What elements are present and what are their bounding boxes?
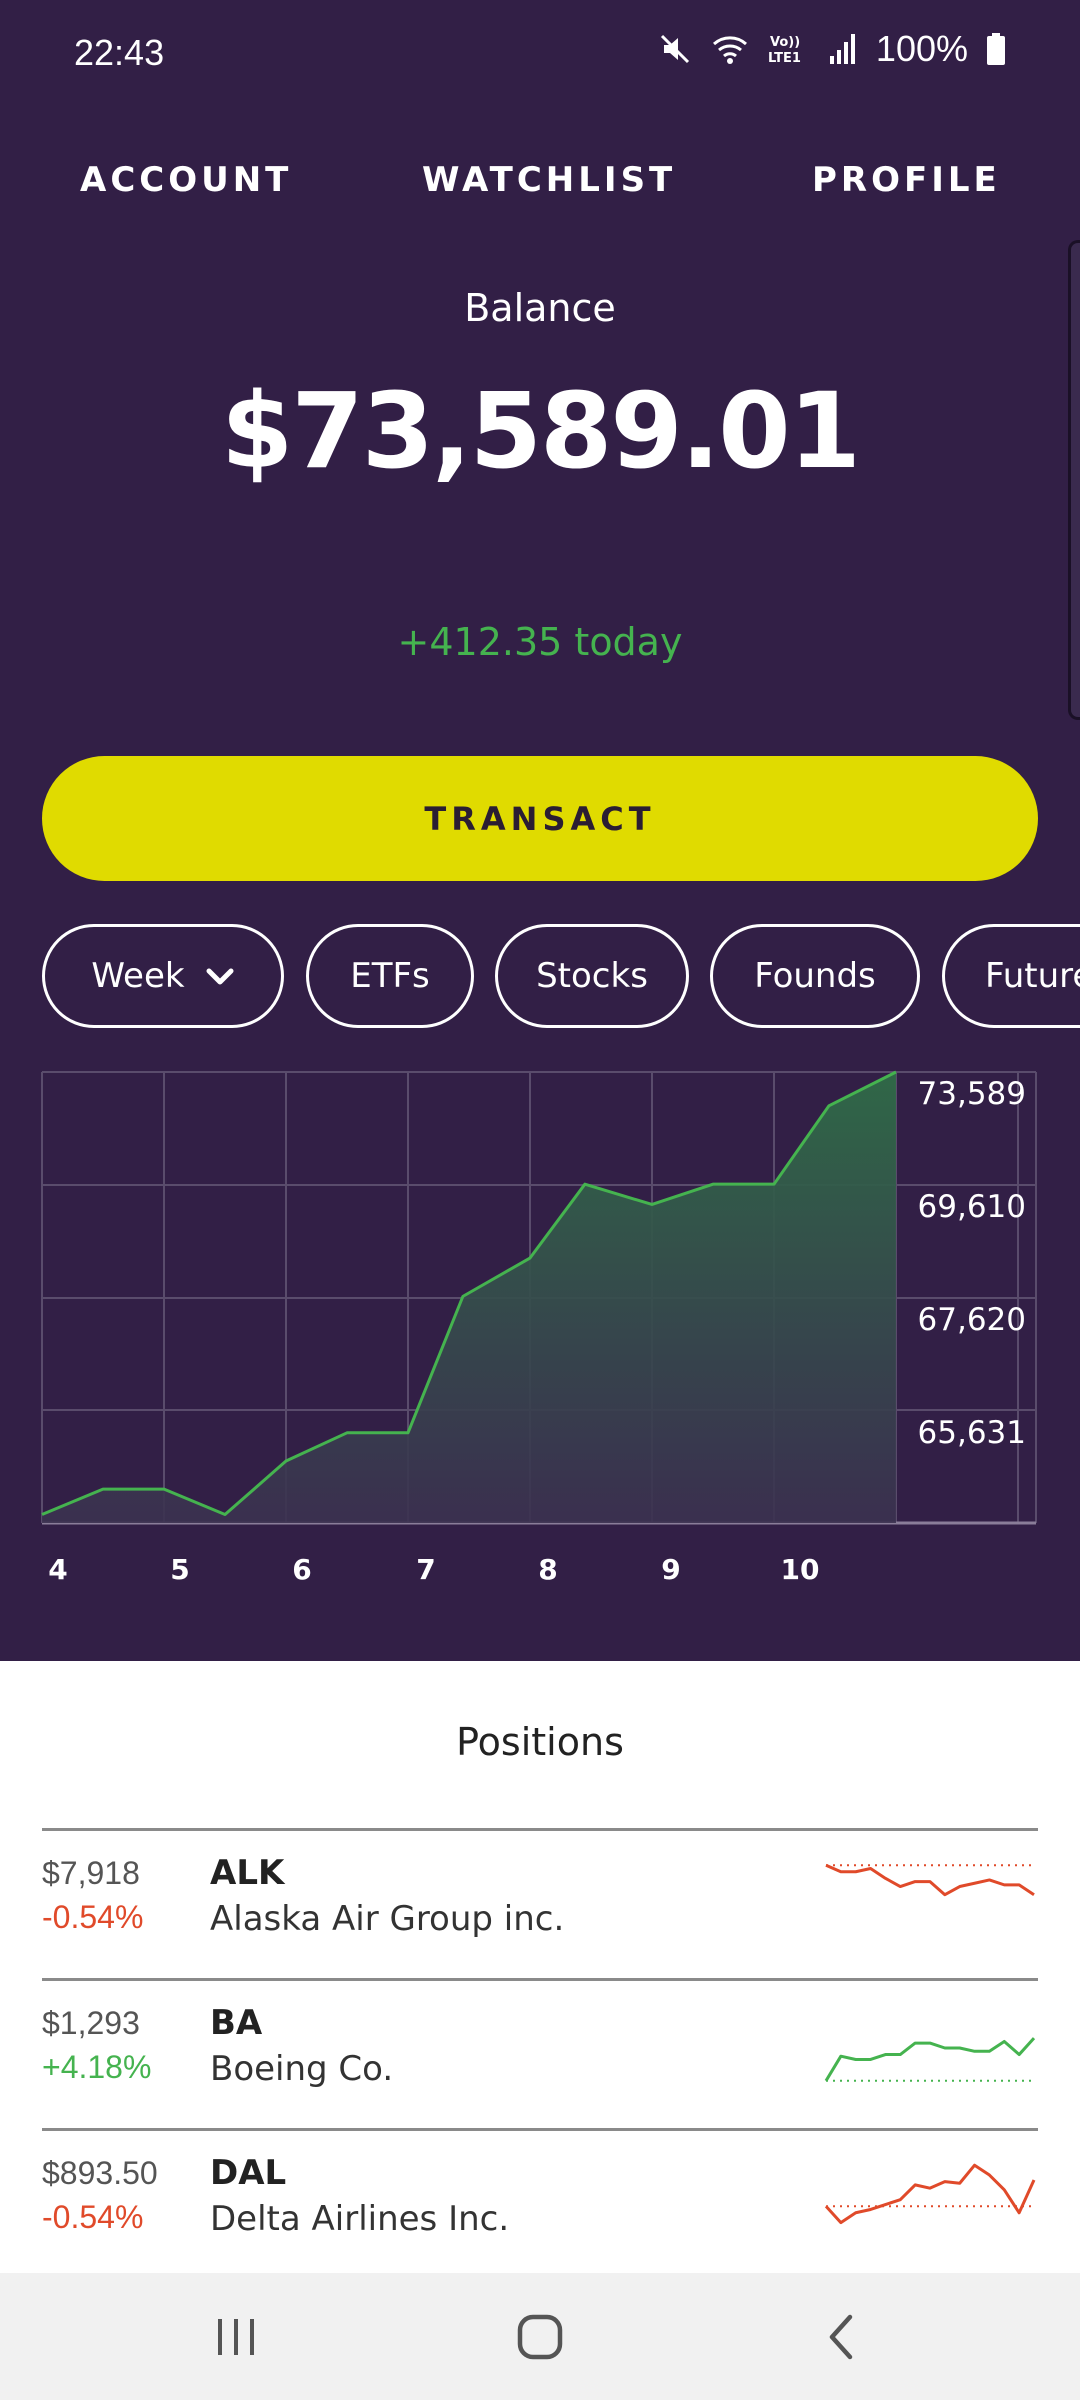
position-price: $7,918 [42, 1855, 140, 1891]
position-sparkline [824, 2037, 1036, 2082]
svg-text:LTE1: LTE1 [768, 51, 801, 66]
chart-x-tick-label: 4 [48, 1553, 67, 1586]
chart-y-tick-label: 67,620 [918, 1302, 1026, 1338]
position-row-dal[interactable]: $893.50 -0.54% DAL Delta Airlines Inc. [42, 2128, 1038, 2273]
home-icon[interactable] [440, 2273, 640, 2400]
chart-y-tick-label: 65,631 [918, 1415, 1026, 1451]
balance-value: $73,589.01 [221, 370, 861, 492]
mute-icon [658, 32, 692, 66]
status-icons: Vo)) LTE1 100% [658, 28, 1006, 70]
status-time: 22:43 [74, 32, 165, 73]
position-row-ba[interactable]: $1,293 +4.18% BA Boeing Co. [42, 1978, 1038, 2128]
position-sparkline [825, 1863, 1035, 1897]
balance-chart: 73,589 69,610 67,620 65,631 4 5 6 7 8 9 10 [41, 1070, 1037, 1586]
position-ticker: DAL [210, 2153, 287, 2193]
chart-x-tick-label: 5 [170, 1553, 189, 1586]
nav-account[interactable]: ACCOUNT [80, 160, 292, 200]
position-name: Boeing Co. [210, 2049, 394, 2089]
top-nav: ACCOUNT WATCHLIST PROFILE [0, 160, 1080, 210]
position-change: +4.18% [42, 2049, 152, 2085]
position-name: Delta Airlines Inc. [210, 2199, 510, 2239]
position-change: -0.54% [42, 2199, 144, 2235]
chart-x-tick-label: 6 [292, 1553, 311, 1586]
position-sparkline [824, 2163, 1036, 2225]
signal-icon [828, 32, 858, 66]
chevron-down-icon [205, 956, 235, 996]
wifi-icon [710, 32, 750, 66]
back-icon[interactable] [742, 2273, 942, 2400]
position-row-alk[interactable]: $7,918 -0.54% ALK Alaska Air Group inc. [42, 1828, 1038, 1978]
filter-futures[interactable]: Futures [942, 924, 1080, 1028]
balance-change: +412.35 today [397, 620, 683, 664]
filter-stocks[interactable]: Stocks [495, 924, 689, 1028]
balance-label: Balance [464, 286, 616, 330]
filter-pills: Week ETFs Stocks Founds Futures [0, 924, 1080, 1029]
positions-title: Positions [456, 1720, 624, 1764]
position-change: -0.54% [42, 1899, 144, 1935]
battery-percent: 100% [875, 28, 968, 69]
recents-icon[interactable] [136, 2273, 336, 2400]
sparkline-line [824, 2163, 1036, 2225]
position-name: Alaska Air Group inc. [210, 1899, 565, 1939]
svg-text:Vo)): Vo)) [770, 35, 800, 50]
position-price: $1,293 [42, 2005, 140, 2041]
chart-x-tick-label: 9 [661, 1553, 680, 1586]
position-ticker: ALK [210, 1853, 285, 1893]
chart-y-tick-label: 73,589 [918, 1076, 1026, 1112]
chart-y-tick-label: 69,610 [918, 1189, 1026, 1225]
battery-icon [986, 32, 1006, 66]
system-nav-bar [0, 2273, 1080, 2400]
position-ticker: BA [210, 2003, 263, 2043]
chart-x-tick-label: 8 [538, 1553, 557, 1586]
chart-x-tick-label: 7 [416, 1553, 435, 1586]
sparkline-line [825, 1863, 1035, 1897]
chart-x-tick-label: 10 [781, 1553, 820, 1586]
position-price: $893.50 [42, 2155, 158, 2191]
filter-week-dropdown[interactable]: Week [42, 924, 284, 1028]
filter-etfs[interactable]: ETFs [306, 924, 474, 1028]
nav-watchlist[interactable]: WATCHLIST [422, 160, 676, 200]
filter-founds[interactable]: Founds [710, 924, 920, 1028]
sparkline-line [824, 2037, 1036, 2082]
transact-button[interactable]: TRANSACT [42, 756, 1038, 881]
volte-icon: Vo)) LTE1 [768, 32, 810, 66]
nav-profile[interactable]: PROFILE [812, 160, 1001, 200]
filter-week-label: Week [91, 956, 185, 996]
